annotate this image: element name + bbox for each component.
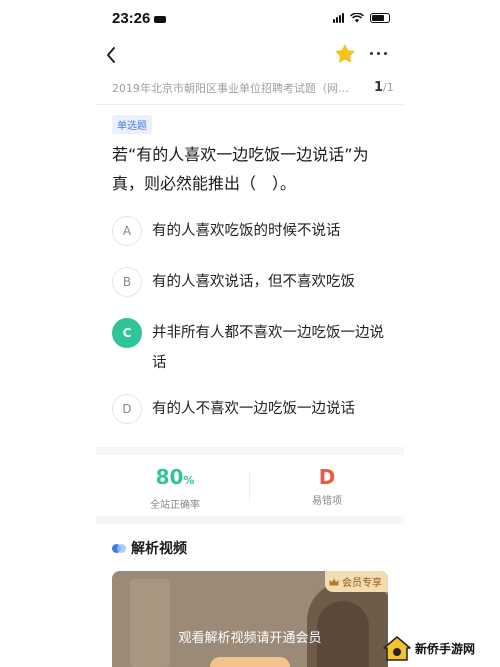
exam-source-row: 2019年北京市朝阳区事业单位招聘考试题（网友回... 1/1 bbox=[112, 80, 394, 98]
header-divider bbox=[96, 104, 404, 105]
status-time: 23:26 bbox=[112, 10, 167, 27]
section-gap bbox=[96, 447, 404, 455]
option-text: 有的人喜欢吃饭的时候不说话 bbox=[152, 223, 341, 239]
nav-bar bbox=[0, 40, 500, 72]
wrong-option-stat: D 易错项 bbox=[252, 465, 402, 507]
back-arrow-icon[interactable] bbox=[104, 45, 118, 65]
option-d[interactable]: D 有的人不喜欢一边吃饭一边说话 bbox=[112, 394, 392, 424]
vip-prompt-text: 观看解析视频请开通会员 bbox=[178, 631, 322, 646]
watermark-logo-icon bbox=[383, 636, 411, 661]
battery-icon bbox=[370, 13, 390, 23]
page-total: /1 bbox=[383, 81, 394, 94]
analysis-video-header: 解析视频 bbox=[112, 538, 187, 558]
analysis-video-title: 解析视频 bbox=[131, 541, 187, 557]
section-dot-icon bbox=[112, 543, 126, 553]
option-letter: C bbox=[112, 318, 142, 348]
open-membership-button[interactable] bbox=[210, 657, 290, 667]
accuracy-value-row: 80% bbox=[100, 465, 250, 493]
vip-badge-label: 会员专享 bbox=[342, 578, 382, 589]
option-letter: D bbox=[112, 394, 142, 424]
sleep-mode-icon bbox=[154, 15, 167, 23]
exam-source-title: 2019年北京市朝阳区事业单位招聘考试题（网友回... bbox=[112, 82, 358, 95]
page-counter: 1/1 bbox=[374, 80, 394, 95]
more-options-icon[interactable] bbox=[370, 52, 387, 55]
question-type-badge: 单选题 bbox=[112, 115, 152, 134]
video-thumbnail-shape bbox=[130, 579, 170, 667]
analysis-video-player[interactable]: 会员专享 观看解析视频请开通会员 bbox=[112, 571, 388, 667]
question-stem: 若“有的人喜欢一边吃饭一边说话”为真，则必然能推出（ ）。 bbox=[112, 145, 369, 193]
status-bar: 23:26 bbox=[0, 0, 500, 40]
option-letter: A bbox=[112, 216, 142, 246]
option-text: 有的人喜欢说话，但不喜欢吃饭 bbox=[152, 274, 355, 290]
accuracy-unit: % bbox=[183, 474, 195, 487]
crown-icon bbox=[329, 578, 339, 585]
watermark: 新侨手游网 bbox=[382, 634, 475, 662]
option-text: 有的人不喜欢一边吃饭一边说话 bbox=[152, 401, 355, 417]
signal-icon bbox=[333, 13, 344, 23]
vip-only-badge: 会员专享 bbox=[325, 571, 388, 592]
wrong-option-value: D bbox=[318, 465, 336, 489]
option-c[interactable]: C 并非所有人都不喜欢一边吃饭一边说话 bbox=[112, 318, 392, 378]
accuracy-label: 全站正确率 bbox=[150, 500, 200, 511]
status-icons bbox=[333, 13, 390, 23]
option-a[interactable]: A 有的人喜欢吃饭的时候不说话 bbox=[112, 216, 392, 246]
page-current: 1 bbox=[374, 80, 384, 95]
option-text: 并非所有人都不喜欢一边吃饭一边说话 bbox=[152, 325, 384, 371]
favorite-star-icon[interactable] bbox=[334, 43, 356, 65]
stats-divider bbox=[249, 472, 250, 502]
watermark-text: 新侨手游网 bbox=[415, 641, 476, 656]
wrong-option-label: 易错项 bbox=[312, 496, 342, 507]
accuracy-value: 80 bbox=[155, 465, 184, 489]
section-gap bbox=[96, 516, 404, 524]
wifi-icon bbox=[350, 13, 364, 23]
status-time-text: 23:26 bbox=[112, 10, 151, 27]
option-letter: B bbox=[112, 267, 142, 297]
option-b[interactable]: B 有的人喜欢说话，但不喜欢吃饭 bbox=[112, 267, 392, 297]
accuracy-stat: 80% 全站正确率 bbox=[100, 465, 250, 511]
